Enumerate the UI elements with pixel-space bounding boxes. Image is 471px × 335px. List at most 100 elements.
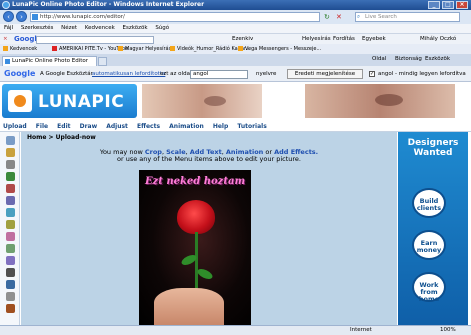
youtube-icon <box>52 46 57 51</box>
breadcrumb[interactable]: Home > Upload-now <box>27 134 96 141</box>
toolbar-item-translate[interactable]: Fordítás <box>333 34 355 44</box>
language-select[interactable]: angol <box>190 70 248 79</box>
text-tool-icon[interactable] <box>6 172 15 181</box>
address-bar[interactable]: http://www.lunapic.com/editor/ <box>30 12 320 22</box>
tool-palette <box>0 132 20 325</box>
favorites-button[interactable]: Kedvencek <box>3 44 37 54</box>
ad-bubble-earn: Earn money <box>412 230 446 260</box>
translate-link[interactable]: automatikusan lefordította <box>92 66 165 82</box>
fill-tool-icon[interactable] <box>6 208 15 217</box>
menu-view[interactable]: Nézet <box>61 25 77 31</box>
app-menu-animation[interactable]: Animation <box>169 123 204 130</box>
google-search-input[interactable] <box>36 36 154 44</box>
clone-tool-icon[interactable] <box>6 256 15 265</box>
star-icon <box>3 46 8 51</box>
translate-prefix: A Google Eszköztár <box>40 71 93 77</box>
crop-tool-icon[interactable] <box>6 136 15 145</box>
toolbar-item-extra[interactable]: Ezenkiv <box>232 34 253 44</box>
brush-tool-icon[interactable] <box>6 160 15 169</box>
lunapic-logo[interactable]: LUNAPIC <box>2 84 137 118</box>
undo-tool-icon[interactable] <box>6 268 15 277</box>
header-photo-2 <box>305 84 455 118</box>
safety-menu[interactable]: Biztonság <box>395 56 422 62</box>
zoom-tool-icon[interactable] <box>6 292 15 301</box>
search-input[interactable]: ⌕ Live Search <box>355 12 460 22</box>
translate-suffix: nyelvre <box>256 71 277 77</box>
always-translate-label: angol - mindig legyen lefordítva <box>378 71 466 77</box>
app-menu-help[interactable]: Help <box>213 123 228 130</box>
shape-tool-icon[interactable] <box>6 196 15 205</box>
forward-button[interactable]: › <box>16 11 27 22</box>
menu-tools[interactable]: Eszközök <box>123 25 148 31</box>
app-menu-adjust[interactable]: Adjust <box>106 123 128 130</box>
tab-title: LunaPic Online Photo Editor <box>12 58 89 64</box>
app-menu-effects[interactable]: Effects <box>137 123 160 130</box>
tab-row: LunaPic Online Photo Editor Oldal Bizton… <box>0 54 471 66</box>
back-button[interactable]: ‹ <box>3 11 14 22</box>
go-icon[interactable]: ↻ <box>324 13 330 21</box>
status-bar: Internet 100% <box>0 325 471 335</box>
app-menu-draw[interactable]: Draw <box>80 123 98 130</box>
rose-leaf <box>196 266 214 282</box>
tab-favicon-icon <box>5 59 10 64</box>
maximize-button[interactable]: □ <box>442 1 454 9</box>
show-original-button[interactable]: Eredeti megjelenítése <box>287 69 363 79</box>
rose-bloom <box>177 200 215 234</box>
menu-edit[interactable]: Szerkesztés <box>21 25 54 31</box>
app-menu-bar: Upload File Edit Draw Adjust Effects Ani… <box>0 122 471 132</box>
close-button[interactable]: × <box>456 1 468 9</box>
always-translate-checkbox[interactable]: ✓ <box>369 71 375 77</box>
menu-file[interactable]: Fájl <box>4 25 13 31</box>
camera-icon <box>8 90 32 112</box>
favorite-link-2[interactable]: Magyar Helyesírás <box>118 44 171 54</box>
toolbar-close-icon[interactable]: × <box>3 34 8 44</box>
ad-bubble-build: Build clients <box>412 188 446 218</box>
color-picker-icon[interactable] <box>6 232 15 241</box>
favorites-bar: Kedvencek AMERIKAI PITE.Tv - YouTube Mag… <box>0 44 471 54</box>
security-zone: Internet <box>350 327 372 333</box>
page-icon <box>170 46 175 51</box>
page-icon <box>238 46 243 51</box>
app-menu-file[interactable]: File <box>36 123 48 130</box>
ad-bubble-work: Work from home <box>412 272 446 303</box>
save-tool-icon[interactable] <box>6 280 15 289</box>
magic-wand-icon[interactable] <box>6 244 15 253</box>
header-photo-1 <box>142 84 262 118</box>
zoom-level[interactable]: 100% <box>440 326 456 335</box>
page-menu[interactable]: Oldal <box>372 56 386 62</box>
window-title: LunaPic Online Photo Editor - Windows In… <box>12 1 205 8</box>
app-menu-edit[interactable]: Edit <box>57 123 70 130</box>
toolbar-user[interactable]: Mihály Oczkó <box>420 34 456 44</box>
rotate-tool-icon[interactable] <box>6 304 15 313</box>
line-tool-icon[interactable] <box>6 220 15 229</box>
edited-photo[interactable]: Ezt neked hoztam <box>139 170 251 325</box>
status-message-line-2: or use any of the Menu items above to ed… <box>116 155 301 163</box>
window-title-bar: LunaPic Online Photo Editor - Windows In… <box>0 0 471 10</box>
menu-help[interactable]: Súgó <box>155 25 169 31</box>
eraser-tool-icon[interactable] <box>6 184 15 193</box>
browser-menu-bar: Fájl Szerkesztés Nézet Kedvencek Eszközö… <box>0 24 471 33</box>
new-tab-button[interactable] <box>98 57 107 66</box>
app-menu-tutorials[interactable]: Tutorials <box>237 123 266 130</box>
menu-favorites[interactable]: Kedvencek <box>85 25 115 31</box>
hand <box>154 288 224 325</box>
page-icon <box>118 46 123 51</box>
stop-icon[interactable]: ✕ <box>336 13 342 21</box>
editor-workspace: Home > Upload-now You may now Crop, Scal… <box>21 132 397 325</box>
search-placeholder: Live Search <box>365 14 397 20</box>
toolbar-item-more[interactable]: Egyebek <box>362 34 386 44</box>
ad-headline: Designers Wanted <box>407 138 459 158</box>
favorite-link-4[interactable]: Vega Messengers - Messzeje... <box>238 44 321 54</box>
tab-lunapic[interactable]: LunaPic Online Photo Editor <box>2 56 97 66</box>
tools-menu[interactable]: Eszközök <box>425 56 450 62</box>
address-text: http://www.lunapic.com/editor/ <box>40 14 125 20</box>
pencil-tool-icon[interactable] <box>6 148 15 157</box>
sidebar-ad[interactable]: Designers Wanted Build clients Earn mone… <box>398 132 468 325</box>
app-menu-upload[interactable]: Upload <box>3 123 27 130</box>
live-search-icon: ⌕ <box>357 14 361 20</box>
toolbar-item-spelling[interactable]: Helyesírás <box>302 34 331 44</box>
photo-caption: Ezt neked hoztam <box>144 176 246 187</box>
minimize-button[interactable]: _ <box>428 1 440 9</box>
address-row: ‹ › http://www.lunapic.com/editor/ ↻ ✕ ⌕… <box>0 10 471 24</box>
favorite-link-1[interactable]: AMERIKAI PITE.Tv - YouTube <box>52 44 128 54</box>
